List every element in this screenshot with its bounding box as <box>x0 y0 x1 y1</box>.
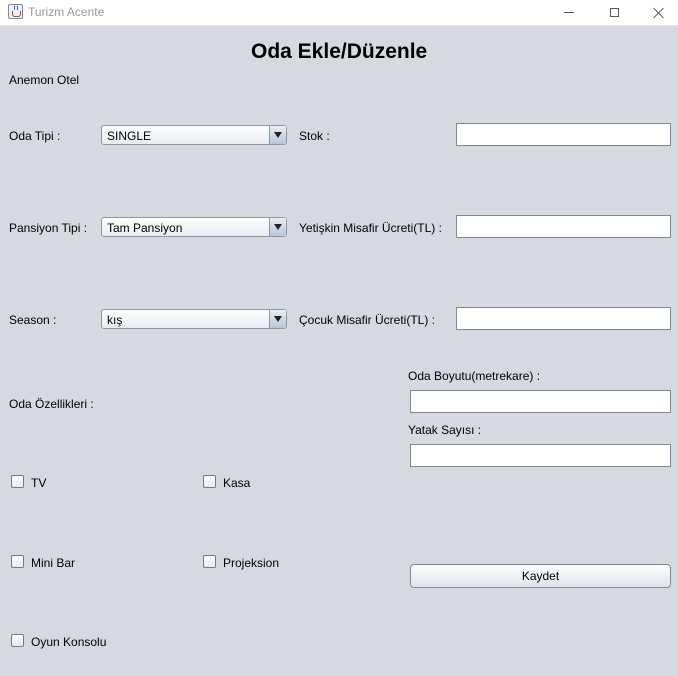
window-title: Turizm Acente <box>28 5 105 19</box>
season-value: kış <box>107 313 123 327</box>
stock-label: Stok : <box>299 129 330 143</box>
tv-label[interactable]: TV <box>31 476 46 490</box>
save-button[interactable]: Kaydet <box>410 564 671 588</box>
maximize-icon <box>609 8 619 17</box>
room-size-label: Oda Boyutu(metrekare) : <box>408 369 541 383</box>
projection-checkbox[interactable] <box>203 555 216 568</box>
hotel-name-label: Anemon Otel <box>9 73 80 87</box>
season-select[interactable]: kış <box>101 309 287 329</box>
minimize-button[interactable] <box>546 0 592 25</box>
bed-count-label: Yatak Sayısı : <box>408 423 482 437</box>
pension-type-value: Tam Pansiyon <box>107 221 183 235</box>
java-app-icon <box>8 4 23 19</box>
chevron-down-icon[interactable] <box>269 218 286 236</box>
page-title: Oda Ekle/Düzenle <box>251 40 428 63</box>
child-price-input[interactable] <box>456 307 671 330</box>
season-label: Season : <box>9 313 57 327</box>
form-panel: Oda Ekle/Düzenle Anemon Otel Oda Tipi : … <box>0 26 678 676</box>
game-console-checkbox[interactable] <box>11 634 24 647</box>
adult-price-label: Yetişkin Misafir Ücreti(TL) : <box>299 221 442 235</box>
child-price-label: Çocuk Misafir Ücreti(TL) : <box>299 313 436 327</box>
projection-label[interactable]: Projeksion <box>223 556 279 570</box>
chevron-down-icon[interactable] <box>269 126 286 144</box>
room-size-input[interactable] <box>410 390 671 413</box>
tv-checkbox[interactable] <box>11 475 24 488</box>
close-button[interactable] <box>636 0 678 25</box>
minibar-checkbox[interactable] <box>11 555 24 568</box>
minibar-label[interactable]: Mini Bar <box>31 556 75 570</box>
game-console-label[interactable]: Oyun Konsolu <box>31 635 106 649</box>
pension-type-label: Pansiyon Tipi : <box>9 221 88 235</box>
stock-input[interactable] <box>456 123 671 146</box>
close-icon <box>653 7 665 19</box>
safe-label[interactable]: Kasa <box>223 476 250 490</box>
maximize-button[interactable] <box>591 0 637 25</box>
safe-checkbox[interactable] <box>203 475 216 488</box>
minimize-icon <box>564 12 574 13</box>
room-type-select[interactable]: SINGLE <box>101 125 287 145</box>
room-type-value: SINGLE <box>107 129 152 143</box>
pension-type-select[interactable]: Tam Pansiyon <box>101 217 287 237</box>
room-features-label: Oda Özellikleri : <box>9 397 94 411</box>
window-titlebar[interactable]: Turizm Acente <box>0 0 678 26</box>
bed-count-input[interactable] <box>410 444 671 467</box>
chevron-down-icon[interactable] <box>269 310 286 328</box>
room-type-label: Oda Tipi : <box>9 129 61 143</box>
adult-price-input[interactable] <box>456 215 671 238</box>
